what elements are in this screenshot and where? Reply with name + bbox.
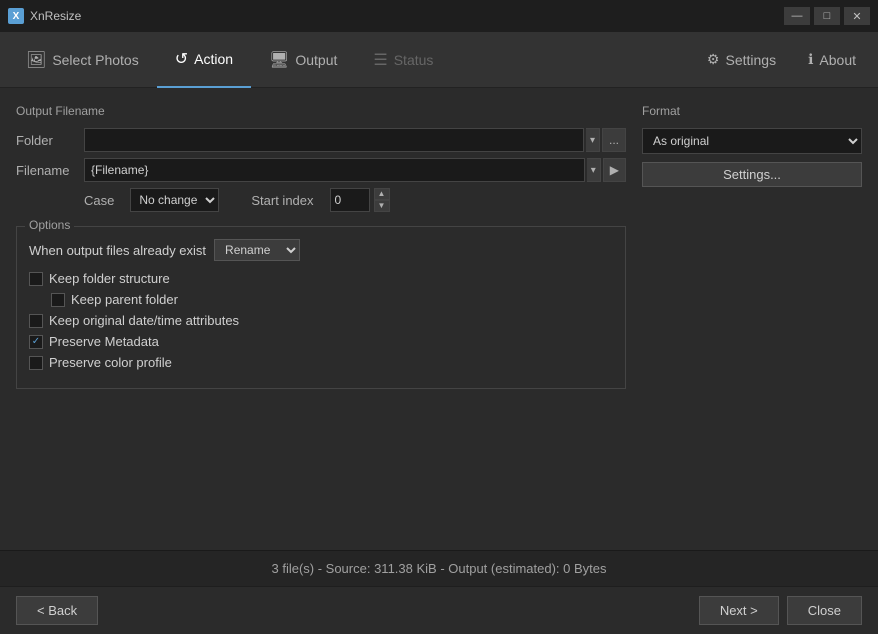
tab-output-label: Output: [295, 52, 337, 68]
keep-folder-structure-row: Keep folder structure: [29, 271, 613, 286]
filename-dropdown-btn[interactable]: ▾: [587, 158, 601, 182]
case-start-row: Case No change Uppercase Lowercase Start…: [84, 188, 626, 212]
settings-icon: ⚙: [707, 51, 720, 68]
start-index-input[interactable]: [330, 188, 370, 212]
tab-action-label: Action: [194, 51, 233, 67]
status-bar: 3 file(s) - Source: 311.38 KiB - Output …: [0, 550, 878, 586]
maximize-button[interactable]: □: [814, 7, 840, 25]
folder-browse-btn[interactable]: ...: [602, 128, 626, 152]
footer: < Back Next > Close: [0, 586, 878, 634]
action-icon: ↺: [175, 49, 188, 69]
preserve-color-profile-checkbox[interactable]: [29, 356, 43, 370]
close-window-button[interactable]: ✕: [844, 7, 870, 25]
settings-label: Settings: [725, 52, 776, 68]
tab-status-label: Status: [394, 52, 434, 68]
keep-parent-folder-checkbox[interactable]: [51, 293, 65, 307]
about-button[interactable]: ℹ About: [794, 43, 870, 76]
filename-row: Filename ▾ ▶: [16, 158, 626, 182]
folder-label: Folder: [16, 133, 76, 148]
preserve-color-profile-row: Preserve color profile: [29, 355, 613, 370]
filename-label: Filename: [16, 163, 76, 178]
options-section: Options When output files already exist …: [16, 226, 626, 389]
tab-action[interactable]: ↺ Action: [157, 32, 251, 88]
right-panel: Format As original JPEG PNG TIFF WebP BM…: [642, 104, 862, 534]
next-button[interactable]: Next >: [699, 596, 779, 625]
spin-arrows: ▲ ▼: [374, 188, 390, 212]
tab-select-photos[interactable]: 🖼 Select Photos: [8, 32, 157, 88]
preserve-metadata-label: Preserve Metadata: [49, 334, 159, 349]
minimize-button[interactable]: —: [784, 7, 810, 25]
output-icon: 🖥: [269, 50, 289, 70]
tab-status: ☰ Status: [355, 32, 451, 88]
toolbar-right: ⚙ Settings ℹ About: [693, 43, 870, 76]
filename-input-group: ▾ ▶: [84, 158, 626, 182]
status-icon: ☰: [373, 50, 387, 70]
when-output-label: When output files already exist: [29, 243, 206, 258]
start-index-group: ▲ ▼: [330, 188, 390, 212]
app-icon: X: [8, 8, 24, 24]
when-output-select[interactable]: Rename Overwrite Skip: [214, 239, 300, 261]
filename-play-btn[interactable]: ▶: [603, 158, 626, 182]
output-filename-title: Output Filename: [16, 104, 626, 118]
title-bar: X XnResize — □ ✕: [0, 0, 878, 32]
tab-select-photos-label: Select Photos: [52, 52, 138, 68]
preserve-metadata-row: Preserve Metadata: [29, 334, 613, 349]
folder-row: Folder ▾ ...: [16, 128, 626, 152]
close-button[interactable]: Close: [787, 596, 862, 625]
format-settings-btn[interactable]: Settings...: [642, 162, 862, 187]
keep-original-date-checkbox[interactable]: [29, 314, 43, 328]
left-panel: Output Filename Folder ▾ ... Filename ▾ …: [16, 104, 626, 534]
select-photos-icon: 🖼: [26, 50, 46, 70]
keep-parent-folder-row: Keep parent folder: [51, 292, 613, 307]
filename-input[interactable]: [84, 158, 585, 182]
start-index-label: Start index: [251, 193, 313, 208]
folder-input-group: ▾ ...: [84, 128, 626, 152]
status-text: 3 file(s) - Source: 311.38 KiB - Output …: [271, 561, 606, 576]
output-exists-row: When output files already exist Rename O…: [29, 239, 613, 261]
preserve-metadata-checkbox[interactable]: [29, 335, 43, 349]
spin-up-btn[interactable]: ▲: [374, 188, 390, 200]
case-label: Case: [84, 193, 114, 208]
folder-input[interactable]: [84, 128, 584, 152]
options-title: Options: [25, 218, 74, 232]
keep-parent-folder-label: Keep parent folder: [71, 292, 178, 307]
about-label: About: [819, 52, 856, 68]
footer-right: Next > Close: [699, 596, 862, 625]
app-title: XnResize: [30, 9, 784, 23]
format-select[interactable]: As original JPEG PNG TIFF WebP BMP: [642, 128, 862, 154]
folder-dropdown-btn[interactable]: ▾: [586, 128, 600, 152]
keep-folder-structure-checkbox[interactable]: [29, 272, 43, 286]
main-content: Output Filename Folder ▾ ... Filename ▾ …: [0, 88, 878, 550]
toolbar: 🖼 Select Photos ↺ Action 🖥 Output ☰ Stat…: [0, 32, 878, 88]
back-button[interactable]: < Back: [16, 596, 98, 625]
spin-down-btn[interactable]: ▼: [374, 200, 390, 212]
title-bar-buttons: — □ ✕: [784, 7, 870, 25]
keep-folder-structure-label: Keep folder structure: [49, 271, 170, 286]
keep-original-date-row: Keep original date/time attributes: [29, 313, 613, 328]
case-select[interactable]: No change Uppercase Lowercase: [130, 188, 219, 212]
about-icon: ℹ: [808, 51, 813, 68]
keep-original-date-label: Keep original date/time attributes: [49, 313, 239, 328]
settings-button[interactable]: ⚙ Settings: [693, 43, 790, 76]
tab-output[interactable]: 🖥 Output: [251, 32, 355, 88]
format-title: Format: [642, 104, 862, 118]
preserve-color-profile-label: Preserve color profile: [49, 355, 172, 370]
